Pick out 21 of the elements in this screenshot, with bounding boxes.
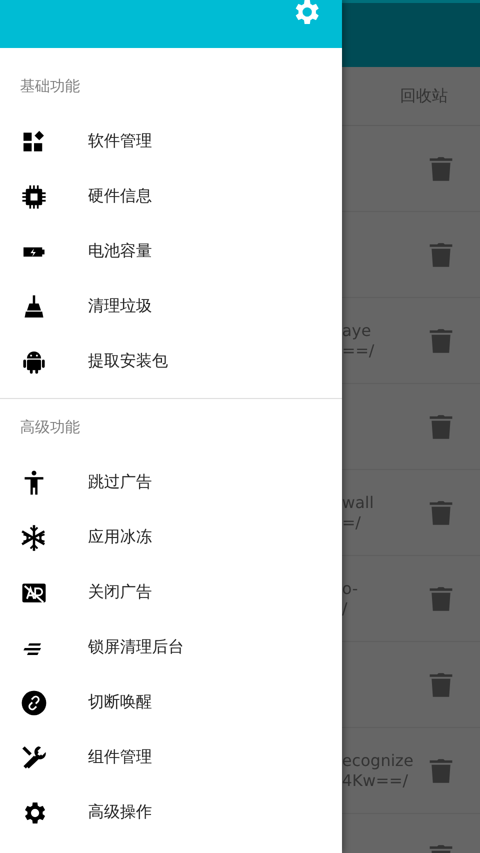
row-subtitle: ==/ — [342, 340, 374, 360]
snowflake-icon — [20, 524, 48, 552]
menu-item[interactable]: 清理垃圾 — [0, 279, 342, 334]
menu-item[interactable]: 跳过广告 — [0, 455, 342, 510]
menu-item[interactable]: 软件管理 — [0, 114, 342, 169]
row-subtitle: =/ — [342, 512, 361, 532]
menu-item[interactable]: 组件管理 — [0, 730, 342, 785]
menu-item[interactable]: 切断唤醒 — [0, 675, 342, 730]
section-header: 基础功能 — [19, 76, 81, 96]
section-header: 高级功能 — [19, 416, 81, 438]
link-off-icon — [20, 688, 48, 716]
menu-item[interactable]: 关闭广告 — [0, 565, 342, 620]
menu-item[interactable]: 高级操作 — [0, 785, 342, 840]
menu-item[interactable]: 锁屏清理后台 — [0, 620, 342, 675]
row-subtitle: / — [342, 598, 348, 618]
menu-item[interactable]: 电池容量 — [0, 224, 342, 279]
menu-item[interactable]: 硬件信息 — [0, 169, 342, 224]
menu-item[interactable]: 应用冰冻 — [0, 510, 342, 565]
chip-icon — [20, 182, 48, 210]
tools-icon — [20, 744, 48, 772]
menu-item[interactable]: 提取安装包 — [0, 334, 342, 389]
